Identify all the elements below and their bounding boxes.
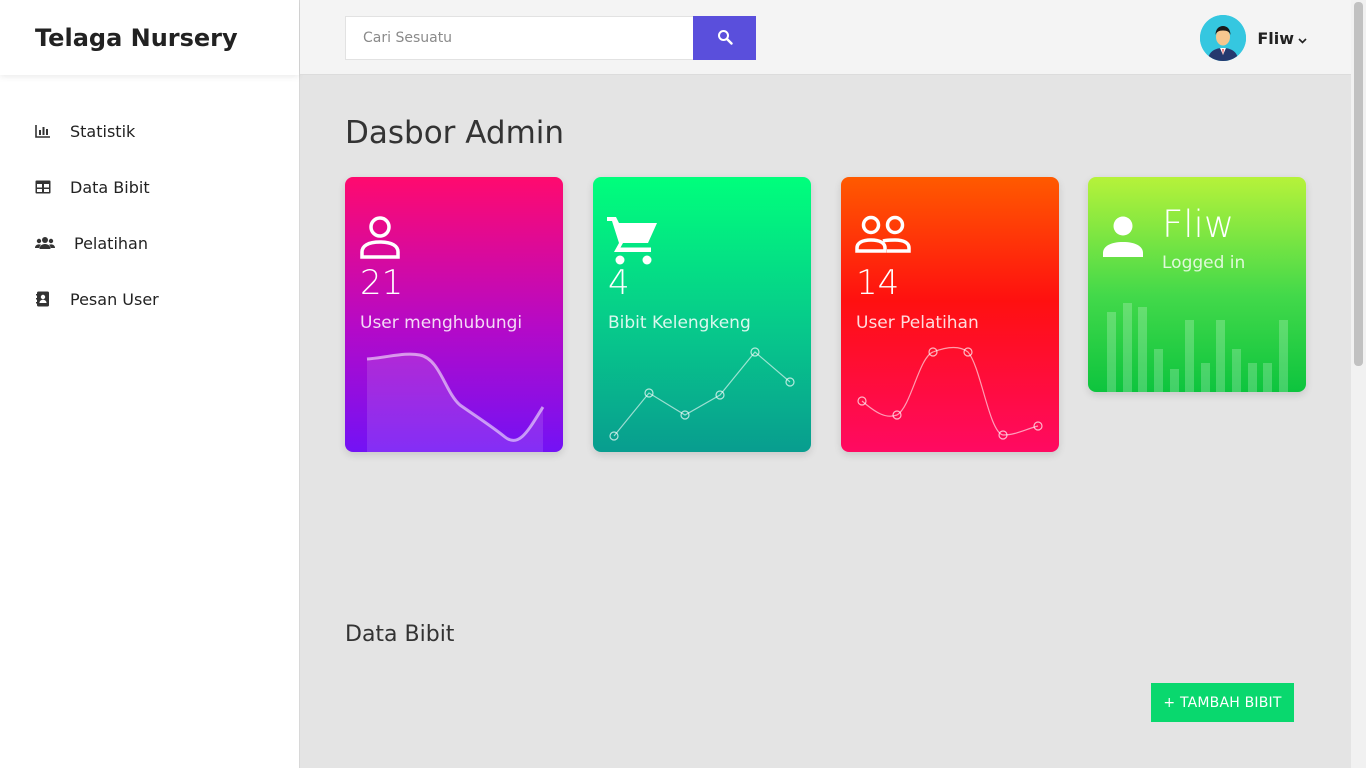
card-user-name: Fliw <box>1162 203 1235 246</box>
sidebar-item-pesan-user[interactable]: Pesan User <box>0 271 299 327</box>
sidebar-item-statistik[interactable]: Statistik <box>0 103 299 159</box>
card-label: Bibit Kelengkeng <box>608 313 751 333</box>
avatar[interactable] <box>1200 15 1247 61</box>
card-label: User Pelatihan <box>856 313 979 333</box>
section-title: Data Bibit <box>345 622 455 647</box>
search-bar <box>345 16 756 60</box>
table-icon <box>35 179 51 195</box>
card-sparkline <box>857 346 1043 440</box>
sidebar-nav: Statistik Data Bibit Pelatihan Pesan Use… <box>0 75 299 327</box>
card-bar-graphic <box>1107 303 1288 392</box>
card-count: 21 <box>360 263 404 303</box>
cart-icon <box>607 215 659 269</box>
bar-chart-icon <box>35 123 51 139</box>
user-card[interactable]: Fliw Logged in <box>1088 177 1306 392</box>
scrollbar-thumb[interactable] <box>1354 2 1363 366</box>
stat-card-user-menghubungi[interactable]: 21 User menghubungi <box>345 177 563 452</box>
sidebar-item-label: Pelatihan <box>74 233 148 253</box>
topbar: Fliw <box>300 0 1351 75</box>
sidebar-item-pelatihan[interactable]: Pelatihan <box>0 215 299 271</box>
sidebar-item-label: Statistik <box>70 121 136 141</box>
sidebar-item-label: Pesan User <box>70 289 159 309</box>
stat-card-bibit-kelengkeng[interactable]: 4 Bibit Kelengkeng <box>593 177 811 452</box>
sidebar: Telaga Nursery Statistik Data Bibit Pela… <box>0 0 300 768</box>
add-bibit-button[interactable]: + TAMBAH BIBIT <box>1151 683 1294 722</box>
search-input[interactable] <box>345 16 693 60</box>
card-sparkline <box>609 347 795 441</box>
card-user-status: Logged in <box>1162 253 1246 273</box>
search-button[interactable] <box>693 16 756 60</box>
card-sparkline <box>366 352 545 452</box>
brand-logo[interactable]: Telaga Nursery <box>0 0 299 75</box>
person-icon <box>1102 215 1144 261</box>
users-icon <box>35 235 55 251</box>
scrollbar[interactable] <box>1351 0 1366 768</box>
page-title: Dasbor Admin <box>345 115 565 151</box>
contact-book-icon <box>35 291 51 307</box>
sidebar-item-label: Data Bibit <box>70 177 150 197</box>
card-count: 14 <box>856 263 900 303</box>
chevron-down-icon <box>1298 29 1307 48</box>
card-label: User menghubungi <box>360 313 523 333</box>
user-name: Fliw <box>1257 28 1294 48</box>
card-count: 4 <box>608 263 630 303</box>
user-menu[interactable]: Fliw <box>1200 15 1307 61</box>
group-icon <box>855 215 911 257</box>
user-icon <box>359 215 401 263</box>
search-icon <box>717 29 733 48</box>
sidebar-item-data-bibit[interactable]: Data Bibit <box>0 159 299 215</box>
stat-card-user-pelatihan[interactable]: 14 User Pelatihan <box>841 177 1059 452</box>
